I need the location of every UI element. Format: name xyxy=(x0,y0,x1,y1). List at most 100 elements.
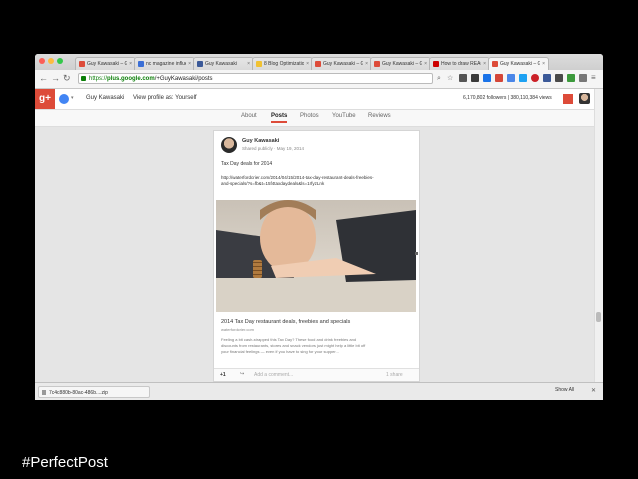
tab-favicon-icon xyxy=(492,61,498,67)
man-with-coins-photo xyxy=(216,200,416,312)
profile-avatar-icon[interactable] xyxy=(59,94,69,104)
toolbar: ← → ↻ https://plus.google.com/+GuyKawasa… xyxy=(35,70,603,89)
comment-input[interactable]: Add a comment... xyxy=(254,372,293,378)
browser-window: Guy Kawasaki – Goo×nc magazine influe×Gu… xyxy=(35,54,603,400)
extension-icon[interactable] xyxy=(483,74,491,82)
tab-favicon-icon xyxy=(315,61,321,67)
tab-favicon-icon xyxy=(374,61,380,67)
tab-reviews[interactable]: Reviews xyxy=(368,113,391,119)
browser-tab[interactable]: Guy Kawasaki × xyxy=(193,57,254,70)
window-controls xyxy=(39,58,63,64)
url-scheme: https:// xyxy=(89,76,108,82)
profile-tabs: About Posts Photos YouTube Reviews xyxy=(35,110,603,127)
gplus-logo[interactable]: g+ xyxy=(35,89,55,109)
tab-close-icon[interactable]: × xyxy=(247,61,250,67)
tab-favicon-icon xyxy=(79,61,85,67)
menu-icon[interactable]: ≡ xyxy=(591,73,596,83)
tab-favicon-icon xyxy=(433,61,439,67)
tab-label: Guy Kawasaki – Goo xyxy=(323,61,363,67)
plus-one-button[interactable]: +1 xyxy=(220,372,226,378)
tab-favicon-icon xyxy=(256,61,262,67)
tab-close-icon[interactable]: × xyxy=(365,61,368,67)
url-host: plus.google.com xyxy=(107,76,155,82)
browser-tab[interactable]: Guy Kawasaki – Goo× xyxy=(75,57,136,70)
tab-label: Guy Kawasaki – Goo xyxy=(87,61,127,67)
share-count: 1 share xyxy=(386,372,403,378)
post-author[interactable]: Guy Kawasaki xyxy=(242,138,279,144)
browser-tab[interactable]: 8 Blog Optimizatio × xyxy=(252,57,313,70)
post-link[interactable]: http://waterfordcrier.com/2014/04/15/201… xyxy=(221,175,374,180)
forward-arrow-icon[interactable]: → xyxy=(51,73,60,83)
zip-file-icon xyxy=(42,390,46,395)
download-filename: 7c4c880b-80ac-486b....zip xyxy=(49,390,108,396)
address-bar[interactable]: https://plus.google.com/+GuyKawasaki/pos… xyxy=(78,73,433,84)
close-window-icon[interactable] xyxy=(39,58,45,64)
tab-label: 8 Blog Optimizatio xyxy=(264,61,305,67)
pinterest-icon[interactable] xyxy=(531,74,539,82)
browser-tab[interactable]: Guy Kawasaki – Goo× xyxy=(488,57,549,70)
gmail-icon[interactable] xyxy=(495,74,503,82)
tab-favicon-icon xyxy=(138,61,144,67)
tab-close-icon[interactable]: × xyxy=(188,61,191,67)
scrollbar-track[interactable] xyxy=(594,89,603,382)
tab-about[interactable]: About xyxy=(241,113,257,119)
tab-close-icon[interactable]: × xyxy=(483,61,486,67)
tab-youtube[interactable]: YouTube xyxy=(332,113,356,119)
close-icon[interactable]: ✕ xyxy=(591,387,596,394)
profile-name: Guy Kawasaki xyxy=(86,95,125,101)
extension-icon[interactable] xyxy=(579,74,587,82)
link-card-desc: Feeling a bit cash-strapped this Tax Day… xyxy=(221,337,357,342)
post-image[interactable] xyxy=(216,200,416,312)
post-card: Guy Kawasaki Shared publicly · May 19, 2… xyxy=(213,130,420,382)
tab-label: nc magazine influe xyxy=(146,61,187,67)
minimize-window-icon[interactable] xyxy=(48,58,54,64)
extension-icon[interactable] xyxy=(567,74,575,82)
extension-icon[interactable] xyxy=(471,74,479,82)
search-icon[interactable]: ⌕ xyxy=(437,74,441,84)
tab-photos[interactable]: Photos xyxy=(300,113,319,119)
browser-tab[interactable]: Guy Kawasaki – Goo× xyxy=(370,57,431,70)
browser-tab[interactable]: How to draw REACT× xyxy=(429,57,490,70)
profile-stats: 6,170,802 followers | 380,110,384 views xyxy=(463,95,552,101)
account-avatar[interactable] xyxy=(579,93,590,104)
post-meta: Shared publicly · May 19, 2014 xyxy=(242,146,305,151)
extension-icon[interactable] xyxy=(459,74,467,82)
lock-icon xyxy=(81,76,86,81)
show-all-downloads[interactable]: Show All xyxy=(555,387,574,393)
extension-icon[interactable] xyxy=(555,74,563,82)
scrollbar-thumb[interactable] xyxy=(596,312,601,322)
image-menu-icon[interactable] xyxy=(415,252,418,255)
notifications-icon[interactable] xyxy=(563,94,573,104)
facebook-icon[interactable] xyxy=(543,74,551,82)
download-item[interactable]: 7c4c880b-80ac-486b....zip xyxy=(38,386,150,398)
twitter-icon[interactable] xyxy=(519,74,527,82)
share-icon[interactable]: ↪ xyxy=(240,371,244,377)
link-card-desc: discounts from restaurants, stores and s… xyxy=(221,343,366,348)
link-card-desc: your financial feelings — even if you ha… xyxy=(221,349,339,354)
url-path: /+GuyKawasaki/posts xyxy=(154,76,213,82)
tab-label: Guy Kawasaki – Goo xyxy=(382,61,422,67)
zoom-window-icon[interactable] xyxy=(57,58,63,64)
tab-close-icon[interactable]: × xyxy=(306,61,309,67)
page-content: g+ ▾ Guy Kawasaki View profile as: Yours… xyxy=(35,89,603,382)
back-arrow-icon[interactable]: ← xyxy=(39,73,48,83)
browser-tab[interactable]: Guy Kawasaki – Goo× xyxy=(311,57,372,70)
author-avatar[interactable] xyxy=(221,137,237,153)
tab-bar: Guy Kawasaki – Goo×nc magazine influe×Gu… xyxy=(35,54,603,70)
extension-icon[interactable] xyxy=(507,74,515,82)
browser-tab[interactable]: nc magazine influe × xyxy=(134,57,195,70)
bookmark-star-icon[interactable]: ☆ xyxy=(447,74,453,84)
reload-icon[interactable]: ↻ xyxy=(63,73,71,83)
post-body: Tax Day deals for 2014 xyxy=(221,161,273,167)
tab-label: How to draw REACT xyxy=(441,61,481,67)
tab-close-icon[interactable]: × xyxy=(542,61,545,67)
caption-hashtag: #PerfectPost xyxy=(22,454,108,471)
tab-posts[interactable]: Posts xyxy=(271,113,288,123)
tab-close-icon[interactable]: × xyxy=(129,61,132,67)
tab-close-icon[interactable]: × xyxy=(424,61,427,67)
chevron-down-icon[interactable]: ▾ xyxy=(71,95,74,101)
tab-label: Guy Kawasaki – Goo xyxy=(500,61,540,67)
view-profile-as[interactable]: View profile as: Yourself xyxy=(133,95,197,101)
link-card-title[interactable]: 2014 Tax Day restaurant deals, freebies … xyxy=(221,319,350,325)
post-link-cont[interactable]: and-specials/?s=fb&t=15f4taxdaydeals&ls=… xyxy=(221,181,324,186)
